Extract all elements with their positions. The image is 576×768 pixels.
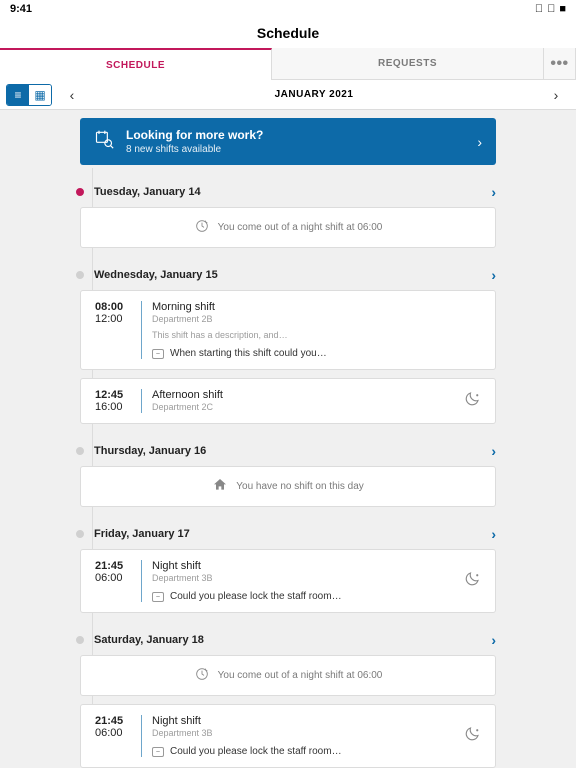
shift-department: Department 2C	[152, 402, 453, 412]
day-header[interactable]: Saturday, January 18 ›	[80, 633, 496, 647]
banner-subtitle: 8 new shifts available	[126, 144, 263, 155]
calendar-view-button[interactable]: ▦	[29, 85, 51, 105]
day-block-sat18: Saturday, January 18 › You come out of a…	[80, 633, 496, 768]
shift-title: Night shift	[152, 715, 453, 727]
info-text: You have no shift on this day	[236, 481, 364, 492]
day-header[interactable]: Tuesday, January 14 ›	[80, 185, 496, 199]
chevron-right-icon: ›	[491, 444, 496, 458]
tab-requests[interactable]: REQUESTS	[272, 48, 544, 80]
home-icon	[212, 477, 228, 496]
chevron-right-icon: ›	[491, 185, 496, 199]
note-icon: ⎯	[152, 349, 164, 359]
day-block-tue14: Tuesday, January 14 › You come out of a …	[80, 185, 496, 248]
shift-time: 08:00 12:00	[95, 301, 131, 325]
tab-bar: SCHEDULE REQUESTS •••	[0, 48, 576, 80]
banner-title: Looking for more work?	[126, 128, 263, 142]
shift-card[interactable]: 21:45 06:00 Night shift Department 3B ⎯ …	[80, 704, 496, 768]
day-label: Friday, January 17	[94, 528, 190, 540]
shift-card[interactable]: 08:00 12:00 Morning shift Department 2B …	[80, 290, 496, 370]
status-bar: 9:41 􀙇 􀙈 ■	[0, 0, 576, 18]
night-end-icon	[194, 666, 210, 685]
day-block-fri17: Friday, January 17 › 21:45 06:00 Night s…	[80, 527, 496, 613]
day-header[interactable]: Thursday, January 16 ›	[80, 444, 496, 458]
info-card: You have no shift on this day	[80, 466, 496, 507]
day-label: Thursday, January 16	[94, 445, 206, 457]
wifi-icon: 􀙈	[547, 3, 555, 15]
day-block-thu16: Thursday, January 16 › You have no shift…	[80, 444, 496, 507]
shift-card[interactable]: 12:45 16:00 Afternoon shift Department 2…	[80, 378, 496, 424]
shift-card[interactable]: 21:45 06:00 Night shift Department 3B ⎯ …	[80, 549, 496, 613]
shift-divider	[141, 301, 142, 359]
shift-time: 21:45 06:00	[95, 560, 131, 584]
info-text: You come out of a night shift at 06:00	[218, 670, 383, 681]
page-title: Schedule	[0, 18, 576, 48]
moon-icon	[463, 390, 481, 413]
search-calendar-icon	[94, 129, 114, 154]
info-card: You come out of a night shift at 06:00	[80, 207, 496, 248]
shift-title: Afternoon shift	[152, 389, 453, 401]
prev-month-button[interactable]: ‹	[60, 87, 84, 103]
schedule-list[interactable]: Looking for more work? 8 new shifts avai…	[0, 110, 576, 768]
shift-department: Department 3B	[152, 728, 453, 738]
shift-description: This shift has a description, and…	[152, 330, 481, 340]
shift-title: Morning shift	[152, 301, 481, 313]
month-navigator: ≡ ▦ ‹ JANUARY 2021 ›	[0, 80, 576, 110]
shift-divider	[141, 560, 142, 602]
night-end-icon	[194, 218, 210, 237]
month-label: JANUARY 2021	[84, 89, 544, 100]
shift-title: Night shift	[152, 560, 453, 572]
view-toggle: ≡ ▦	[6, 84, 52, 106]
shift-department: Department 2B	[152, 314, 481, 324]
chevron-right-icon: ›	[491, 527, 496, 541]
note-icon: ⎯	[152, 747, 164, 757]
day-block-wed15: Wednesday, January 15 › 08:00 12:00 Morn…	[80, 268, 496, 424]
shift-note: ⎯ Could you please lock the staff room…	[152, 591, 453, 602]
shift-time: 21:45 06:00	[95, 715, 131, 739]
status-icons: 􀙇 􀙈 ■	[535, 3, 566, 15]
chevron-right-icon: ›	[477, 135, 482, 149]
tab-schedule[interactable]: SCHEDULE	[0, 48, 272, 80]
day-label: Tuesday, January 14	[94, 186, 201, 198]
shift-divider	[141, 715, 142, 757]
note-icon: ⎯	[152, 592, 164, 602]
list-view-button[interactable]: ≡	[7, 85, 29, 105]
shift-note: ⎯ When starting this shift could you…	[152, 348, 481, 359]
day-label: Wednesday, January 15	[94, 269, 218, 281]
status-time: 9:41	[10, 3, 32, 15]
open-shifts-banner[interactable]: Looking for more work? 8 new shifts avai…	[80, 118, 496, 165]
next-month-button[interactable]: ›	[544, 87, 568, 103]
day-label: Saturday, January 18	[94, 634, 204, 646]
shift-note: ⎯ Could you please lock the staff room…	[152, 746, 453, 757]
info-card: You come out of a night shift at 06:00	[80, 655, 496, 696]
chevron-right-icon: ›	[491, 633, 496, 647]
shift-divider	[141, 389, 142, 413]
info-text: You come out of a night shift at 06:00	[218, 222, 383, 233]
day-header[interactable]: Wednesday, January 15 ›	[80, 268, 496, 282]
tab-more[interactable]: •••	[544, 48, 576, 80]
moon-icon	[463, 570, 481, 593]
day-header[interactable]: Friday, January 17 ›	[80, 527, 496, 541]
moon-icon	[463, 725, 481, 748]
shift-time: 12:45 16:00	[95, 389, 131, 413]
shift-department: Department 3B	[152, 573, 453, 583]
signal-icon: 􀙇	[535, 3, 543, 15]
battery-icon: ■	[559, 3, 566, 15]
chevron-right-icon: ›	[491, 268, 496, 282]
